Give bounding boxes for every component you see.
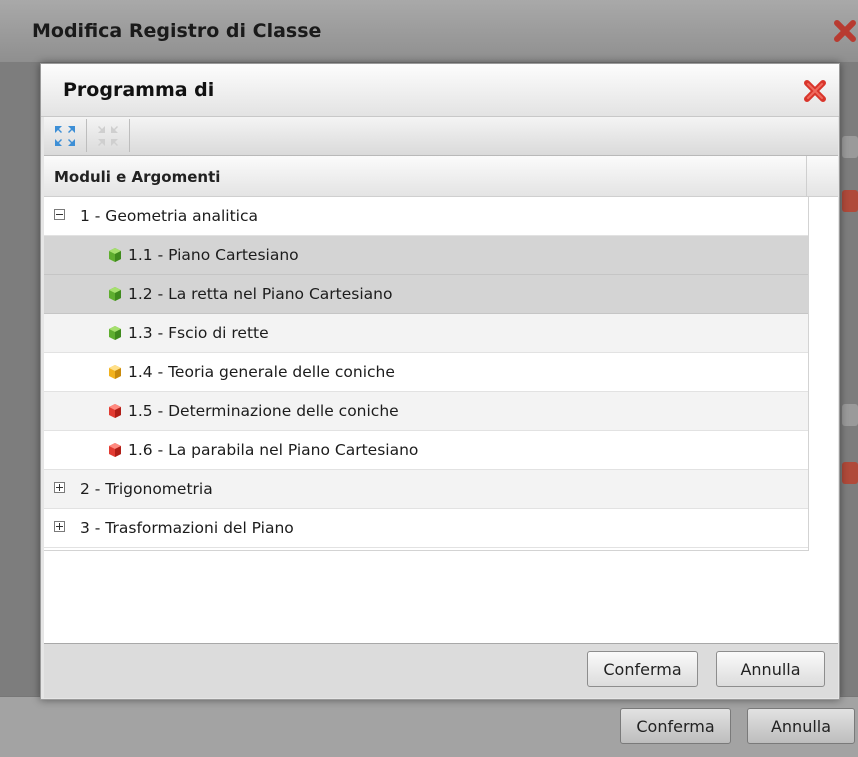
tree-row-label: 2 - Trigonometria [80,480,213,498]
tree-row-label: 1 - Geometria analitica [80,207,258,225]
red-status-icon [109,443,121,457]
confirm-button[interactable]: Conferma [587,651,698,687]
green-status-icon [109,287,121,301]
outer-window-title: Modifica Registro di Classe [32,20,322,42]
tree-row-topic-1-6[interactable]: 1.6 - La parabila nel Piano Cartesiano [44,431,808,470]
tree-row-module-3[interactable]: 3 - Trasformazioni del Piano [44,509,808,548]
tree-row-label: 1.2 - La retta nel Piano Cartesiano [128,285,393,303]
toolbar [44,117,838,156]
tree-row-topic-1-5[interactable]: 1.5 - Determinazione delle coniche [44,392,808,431]
tree-row-topic-1-4[interactable]: 1.4 - Teoria generale delle coniche [44,353,808,392]
outer-title-bar: Modifica Registro di Classe [0,0,858,62]
outer-close-icon[interactable] [832,18,858,44]
collapse-all-icon [98,125,118,146]
tree-rows: 1 - Geometria analitica 1.1 - Piano Cart… [44,197,809,551]
outer-side-icon [842,404,858,426]
programma-dialog: Programma di Moduli e Argomenti 1 - Geom… [40,63,840,700]
tree-row-module-2[interactable]: 2 - Trigonometria [44,470,808,509]
outer-side-icon [842,190,858,212]
collapse-all-button[interactable] [87,119,130,152]
tree-grid: Moduli e Argomenti 1 - Geometria analiti… [44,156,838,644]
red-status-icon [109,404,121,418]
tree-row-label: 3 - Trasformazioni del Piano [80,519,294,537]
dialog-title-bar: Programma di [41,64,839,117]
tree-row-label: 1.5 - Determinazione delle coniche [128,402,399,420]
column-separator [806,156,807,196]
tree-row-label: 1.3 - Fscio di rette [128,324,269,342]
expand-toggle-icon[interactable] [54,521,65,532]
expand-all-icon [55,125,75,146]
column-header-moduli[interactable]: Moduli e Argomenti [54,168,220,186]
close-icon[interactable] [802,78,828,104]
expand-all-button[interactable] [44,119,87,152]
outer-side-icon [842,462,858,484]
dialog-title: Programma di [63,79,215,101]
outer-cancel-button[interactable]: Annulla [747,708,855,744]
tree-row-module-1[interactable]: 1 - Geometria analitica [44,197,808,236]
outer-side-icon [842,136,858,158]
green-status-icon [109,326,121,340]
tree-row-topic-1-3[interactable]: 1.3 - Fscio di rette [44,314,808,353]
collapse-toggle-icon[interactable] [54,209,65,220]
cancel-button[interactable]: Annulla [716,651,825,687]
tree-row-label: 1.4 - Teoria generale delle coniche [128,363,395,381]
grid-header: Moduli e Argomenti [44,156,838,197]
outer-confirm-button[interactable]: Conferma [620,708,731,744]
expand-toggle-icon[interactable] [54,482,65,493]
tree-row-topic-1-1[interactable]: 1.1 - Piano Cartesiano [44,236,808,275]
tree-row-label: 1.6 - La parabila nel Piano Cartesiano [128,441,419,459]
yellow-status-icon [109,365,121,379]
tree-row-label: 1.1 - Piano Cartesiano [128,246,299,264]
green-status-icon [109,248,121,262]
tree-row-topic-1-2[interactable]: 1.2 - La retta nel Piano Cartesiano [44,275,808,314]
